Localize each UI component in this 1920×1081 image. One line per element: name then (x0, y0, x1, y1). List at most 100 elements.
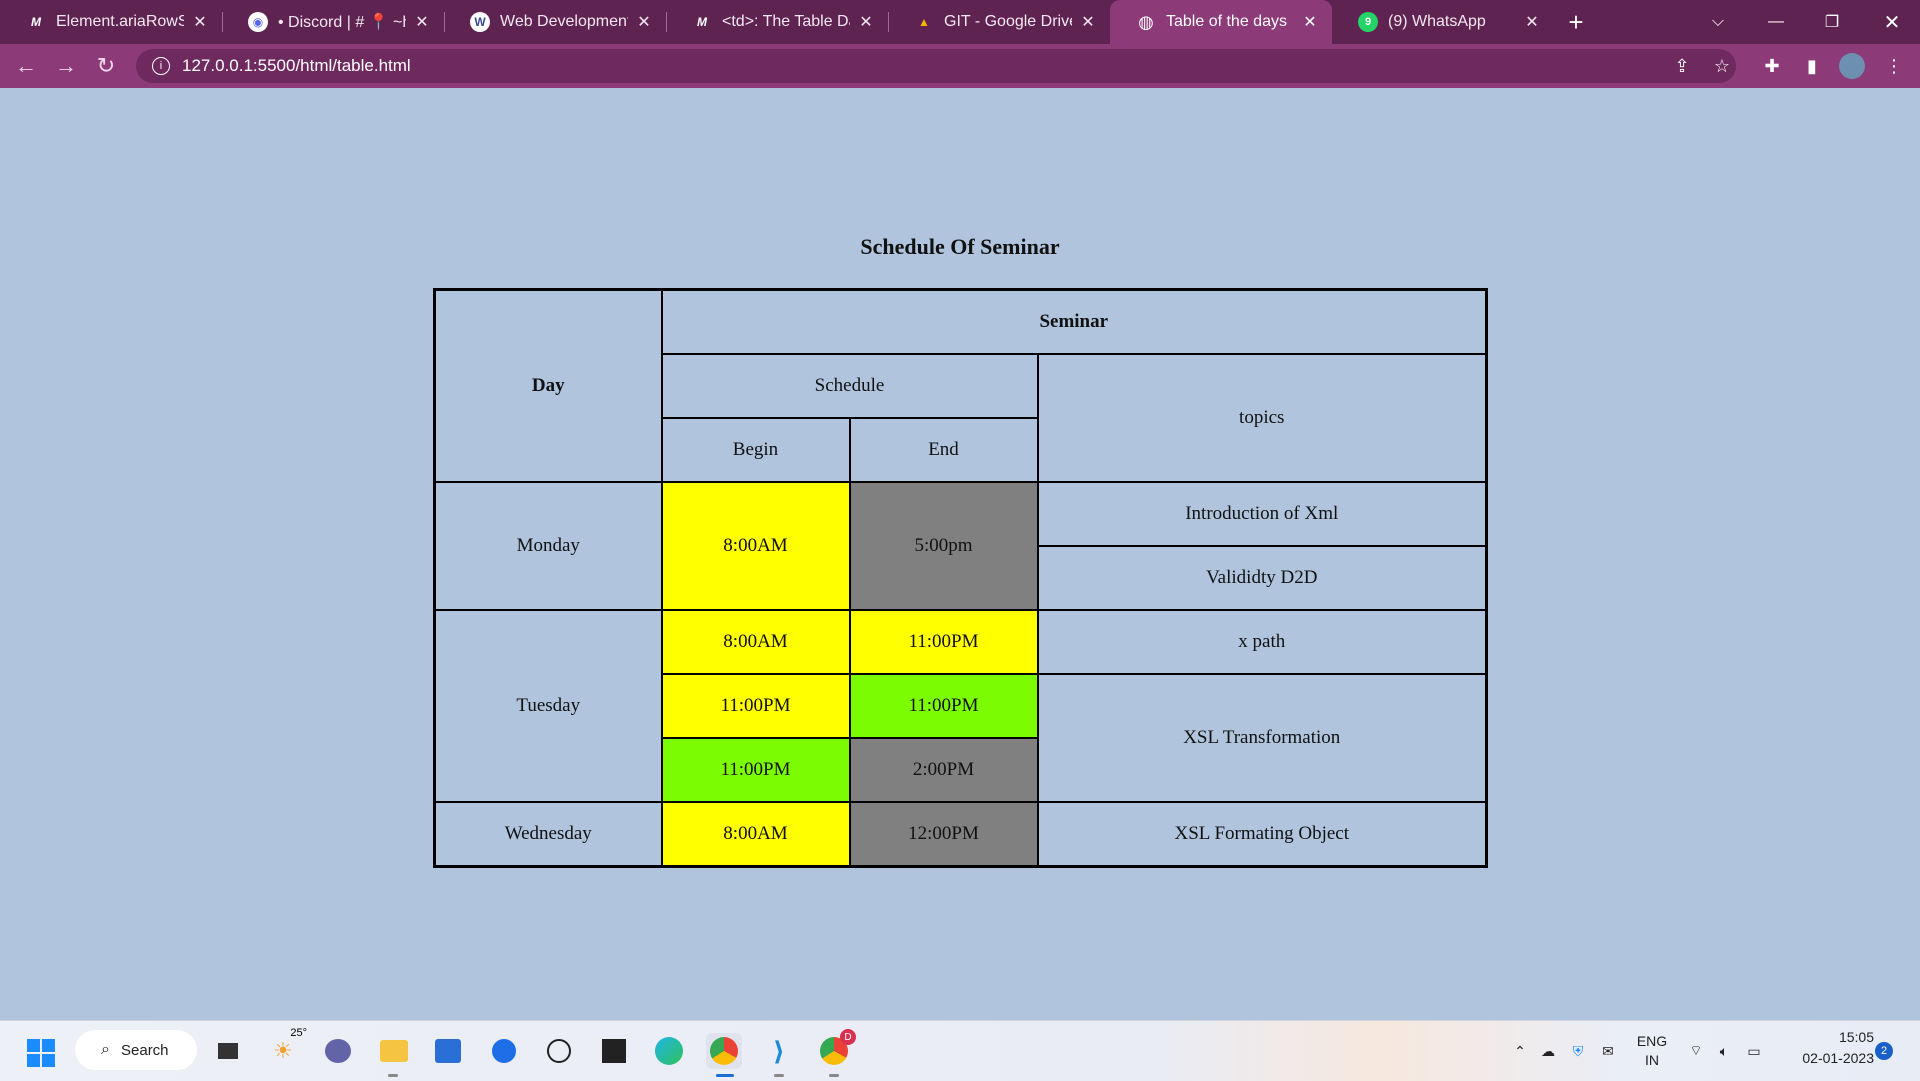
tuesday-begin-2: 11:00PM (660, 673, 851, 739)
battery-icon[interactable]: ▭ (1742, 1021, 1766, 1081)
header-schedule: Schedule (660, 353, 1039, 419)
volume-icon[interactable]: 🔈︎ (1712, 1021, 1736, 1081)
region-code: IN (1645, 1052, 1659, 1068)
tab-web-development[interactable]: W Web Development Bo ✕ (444, 0, 666, 44)
extensions-puzzle-icon[interactable]: ✚ (1755, 49, 1789, 83)
tab-title: GIT - Google Drive (944, 13, 1072, 30)
day-wednesday: Wednesday (433, 801, 663, 868)
tab-search-chevron-icon[interactable]: ⌵ (1690, 0, 1746, 44)
tab-git-google-drive[interactable]: ▲ GIT - Google Drive ✕ (888, 0, 1110, 44)
tab-title: Web Development Bo (500, 13, 628, 30)
edge-browser-icon[interactable] (651, 1033, 687, 1069)
show-hidden-icons-chevron-icon[interactable]: ⌃ (1508, 1021, 1532, 1081)
discord-icon: ◉ (248, 12, 268, 32)
language-code: ENG (1636, 1033, 1668, 1049)
tuesday-end-3: 2:00PM (848, 737, 1039, 803)
more-menu-icon[interactable]: ⋮ (1877, 49, 1911, 83)
tuesday-end-2: 11:00PM (848, 673, 1039, 739)
close-tab-icon[interactable]: ✕ (1522, 12, 1542, 32)
running-indicator (829, 1074, 839, 1077)
close-tab-icon[interactable]: ✕ (190, 12, 210, 32)
task-view-icon[interactable] (210, 1033, 246, 1069)
seminar-schedule-table: Day Seminar Schedule topics Begin End Mo… (433, 288, 1488, 868)
tuesday-end-1: 11:00PM (848, 609, 1039, 675)
running-indicator (716, 1074, 734, 1077)
back-arrow-icon[interactable]: ← (6, 46, 46, 86)
close-tab-icon[interactable]: ✕ (856, 12, 876, 32)
tab-element-ariarowspan[interactable]: M Element.ariaRowSpan ✕ (0, 0, 222, 44)
search-label: Search (121, 1041, 169, 1059)
teams-chat-icon[interactable] (320, 1033, 356, 1069)
language-indicator[interactable]: ENG IN (1630, 1021, 1674, 1081)
sticky-notes-icon[interactable] (596, 1033, 632, 1069)
wednesday-end: 12:00PM (848, 801, 1039, 868)
google-drive-icon: ▲ (918, 15, 930, 29)
tuesday-topic-1: x path (1036, 609, 1488, 675)
monday-begin: 8:00AM (660, 481, 851, 611)
weather-widget-icon[interactable]: ☀ 25° (265, 1027, 307, 1069)
tab-discord[interactable]: ◉ • Discord | # 📍 ~hom ✕ (222, 0, 444, 44)
close-tab-icon[interactable]: ✕ (1300, 12, 1320, 32)
profile-avatar[interactable] (1835, 49, 1869, 83)
windows-start-icon[interactable] (27, 1039, 55, 1067)
profile-badge: D (840, 1029, 856, 1045)
dell-support-icon[interactable] (486, 1033, 522, 1069)
running-indicator (388, 1074, 398, 1077)
browser-toolbar: ← → ↻ i 127.0.0.1:5500/html/table.html (0, 44, 1920, 88)
tab-whatsapp[interactable]: 9 (9) WhatsApp ✕ (1332, 0, 1554, 44)
windows-taskbar: ⌕ Search ☀ 25° ⟩ D ⌃ ☁ ⛨ ✉ ENG IN ⌔ 🔈︎ ▭… (0, 1020, 1920, 1081)
wifi-icon[interactable]: ⌔ (1684, 1021, 1708, 1081)
tuesday-begin-3: 11:00PM (660, 737, 851, 803)
side-panel-icon[interactable]: ▮ (1795, 49, 1829, 83)
share-icon[interactable]: ⇪ (1665, 49, 1699, 83)
wednesday-begin: 8:00AM (660, 801, 851, 868)
onedrive-icon[interactable]: ☁ (1536, 1021, 1560, 1081)
globe-icon: ◍ (1138, 11, 1154, 32)
tab-title: <td>: The Table Data (722, 13, 850, 30)
header-topics: topics (1036, 353, 1488, 483)
day-monday: Monday (433, 481, 663, 611)
header-day: Day (433, 288, 663, 483)
monday-topic-2: Valididty D2D (1036, 545, 1488, 611)
close-tab-icon[interactable]: ✕ (1078, 12, 1098, 32)
chrome-browser-icon[interactable] (706, 1033, 742, 1069)
running-indicator (774, 1074, 784, 1077)
monday-end: 5:00pm (848, 481, 1039, 611)
monday-topic-1: Introduction of Xml (1036, 481, 1488, 547)
vscode-icon[interactable]: ⟩ (761, 1033, 797, 1069)
reload-icon[interactable]: ↻ (86, 46, 126, 86)
wednesday-topic: XSL Formating Object (1036, 801, 1488, 868)
microsoft-store-icon[interactable] (430, 1033, 466, 1069)
new-tab-button[interactable]: + (1554, 0, 1598, 44)
bookmark-star-icon[interactable]: ☆ (1705, 49, 1739, 83)
file-explorer-icon[interactable] (376, 1033, 412, 1069)
chrome-profile-icon[interactable]: D (816, 1029, 856, 1069)
search-icon: ⌕ (101, 1041, 110, 1058)
dell-icon[interactable] (541, 1033, 577, 1069)
tab-td-table-data[interactable]: M <td>: The Table Data ✕ (666, 0, 888, 44)
tuesday-begin-1: 8:00AM (660, 609, 851, 675)
url-text: 127.0.0.1:5500/html/table.html (182, 56, 411, 75)
header-begin: Begin (660, 417, 851, 483)
restore-button[interactable]: ❐ (1804, 0, 1860, 44)
site-info-icon[interactable]: i (152, 57, 170, 75)
minimize-button[interactable]: — (1748, 0, 1804, 44)
tab-table-of-the-days[interactable]: ◍ Table of the days ✕ (1110, 0, 1332, 44)
security-shield-icon[interactable]: ⛨ (1566, 1021, 1590, 1081)
tab-title: Element.ariaRowSpan (56, 13, 184, 30)
close-tab-icon[interactable]: ✕ (412, 12, 432, 32)
notification-badge[interactable]: 2 (1875, 1042, 1893, 1060)
header-seminar: Seminar (660, 288, 1488, 355)
tab-title: (9) WhatsApp (1388, 13, 1486, 30)
close-tab-icon[interactable]: ✕ (634, 12, 654, 32)
weather-temp: 25° (290, 1027, 307, 1039)
mail-icon[interactable]: ✉ (1596, 1021, 1620, 1081)
forward-arrow-icon[interactable]: → (46, 46, 86, 86)
close-window-button[interactable]: ✕ (1864, 0, 1920, 44)
taskbar-search[interactable]: ⌕ Search (75, 1030, 197, 1070)
address-bar[interactable]: i 127.0.0.1:5500/html/table.html (136, 49, 1736, 83)
tab-title: • Discord | # 📍 ~hom (278, 14, 406, 31)
browser-tab-strip: M Element.ariaRowSpan ✕ ◉ • Discord | # … (0, 0, 1920, 44)
tuesday-topic-2: XSL Transformation (1036, 673, 1488, 803)
tab-title: Table of the days (1166, 13, 1287, 30)
